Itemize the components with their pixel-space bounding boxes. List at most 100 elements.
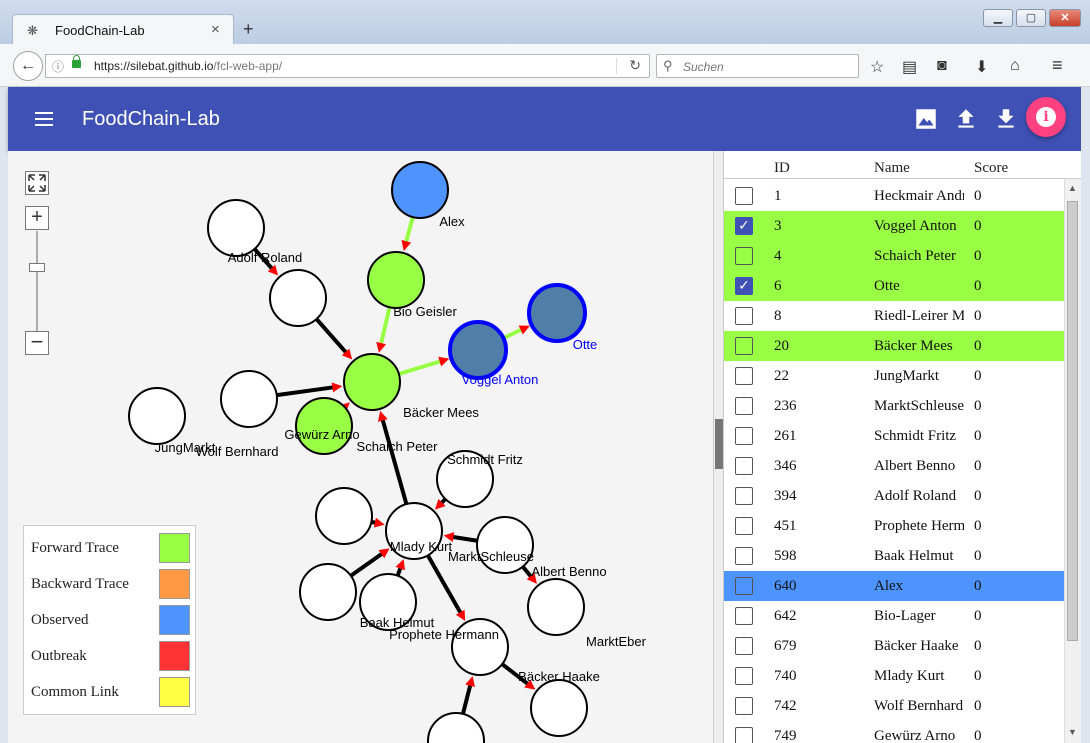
browser-search-box[interactable]: ⚲ xyxy=(656,54,859,78)
row-checkbox[interactable] xyxy=(735,667,753,685)
row-checkbox[interactable] xyxy=(735,247,753,265)
graph-node[interactable] xyxy=(476,516,534,574)
column-header-id[interactable]: ID xyxy=(774,160,790,177)
row-checkbox[interactable] xyxy=(735,727,753,743)
row-checkbox[interactable] xyxy=(735,577,753,595)
row-checkbox[interactable] xyxy=(735,337,753,355)
graph-node[interactable] xyxy=(391,161,449,219)
row-checkbox[interactable] xyxy=(735,307,753,325)
table-row[interactable]: ✓ 3 Voggel Anton 0 xyxy=(724,211,1064,241)
table-row[interactable]: 22 JungMarkt 0 xyxy=(724,361,1064,391)
zoom-slider-track[interactable] xyxy=(36,231,38,331)
graph-node[interactable] xyxy=(269,269,327,327)
table-row[interactable]: 742 Wolf Bernhard 0 xyxy=(724,691,1064,721)
table-row[interactable]: 679 Bäcker Haake 0 xyxy=(724,631,1064,661)
graph-edge[interactable] xyxy=(349,551,385,578)
graph-edge[interactable] xyxy=(460,683,473,715)
graph-node[interactable] xyxy=(295,397,353,455)
row-checkbox[interactable] xyxy=(735,697,753,715)
row-checkbox[interactable] xyxy=(735,187,753,205)
graph-node[interactable] xyxy=(207,199,265,257)
scrollbar-thumb[interactable] xyxy=(1067,201,1078,641)
graph-node[interactable] xyxy=(527,578,585,636)
graph-edge[interactable] xyxy=(276,385,335,398)
graph-edge[interactable] xyxy=(398,359,443,376)
info-icon[interactable]: ⓘ xyxy=(52,58,64,75)
table-row[interactable]: ✓ 6 Otte 0 xyxy=(724,271,1064,301)
table-scrollbar[interactable]: ▲ ▼ xyxy=(1064,179,1081,743)
table-row[interactable]: 598 Baak Helmut 0 xyxy=(724,541,1064,571)
scroll-up-icon[interactable]: ▲ xyxy=(1068,183,1077,193)
table-row[interactable]: 261 Schmidt Fritz 0 xyxy=(724,421,1064,451)
url-text[interactable]: https://silebat.github.io/fcl-web-app/ xyxy=(94,59,282,73)
table-row[interactable]: 749 Gewürz Arno 0 xyxy=(724,721,1064,743)
splitter-grip[interactable] xyxy=(715,419,723,469)
reload-icon[interactable]: ↻ xyxy=(629,57,641,74)
row-checkbox[interactable] xyxy=(735,517,753,535)
zoom-out-button[interactable]: − xyxy=(25,331,49,355)
pocket-icon[interactable]: ◙ xyxy=(937,57,947,75)
graph-node[interactable] xyxy=(128,387,186,445)
image-icon[interactable] xyxy=(913,106,939,132)
row-checkbox[interactable]: ✓ xyxy=(735,217,753,235)
hamburger-menu-icon[interactable]: ≡ xyxy=(1052,55,1063,76)
reading-list-icon[interactable]: ▤ xyxy=(902,57,917,77)
graph-node[interactable] xyxy=(530,679,588,737)
row-checkbox[interactable] xyxy=(735,457,753,475)
zoom-in-button[interactable]: + xyxy=(25,206,49,230)
scroll-down-icon[interactable]: ▼ xyxy=(1068,727,1077,737)
graph-edge[interactable] xyxy=(378,306,392,346)
column-header-name[interactable]: Name xyxy=(874,160,910,177)
table-row[interactable]: 740 Mlady Kurt 0 xyxy=(724,661,1064,691)
new-tab-icon[interactable]: + xyxy=(243,19,254,40)
table-row[interactable]: 236 MarktSchleuse 0 xyxy=(724,391,1064,421)
table-row[interactable]: 642 Bio-Lager 0 xyxy=(724,601,1064,631)
graph-node[interactable] xyxy=(315,487,373,545)
graph-edge[interactable] xyxy=(426,554,463,615)
graph-node[interactable] xyxy=(427,712,485,743)
row-checkbox[interactable] xyxy=(735,427,753,445)
tab-close-icon[interactable]: × xyxy=(211,21,220,38)
row-checkbox[interactable] xyxy=(735,487,753,505)
graph-node[interactable] xyxy=(343,353,401,411)
upload-icon[interactable] xyxy=(953,106,979,132)
browser-tab[interactable]: ❋ FoodChain-Lab × xyxy=(12,14,234,46)
table-row[interactable]: 20 Bäcker Mees 0 xyxy=(724,331,1064,361)
graph-node[interactable] xyxy=(448,320,508,380)
row-checkbox[interactable] xyxy=(735,397,753,415)
graph-edge[interactable] xyxy=(315,317,349,355)
info-button[interactable]: i xyxy=(1026,97,1066,137)
graph-panel[interactable]: Alex Adolf Roland JungMarkt Bio Geisler Vogg… xyxy=(8,151,713,743)
graph-edge[interactable] xyxy=(403,216,415,244)
graph-node[interactable] xyxy=(367,251,425,309)
search-input[interactable] xyxy=(681,57,855,77)
download-file-icon[interactable] xyxy=(993,106,1019,132)
table-row[interactable]: 451 Prophete Hermann 0 xyxy=(724,511,1064,541)
column-header-score[interactable]: Score xyxy=(974,160,1008,177)
minimize-icon[interactable]: ▁ xyxy=(983,9,1013,27)
window-close-icon[interactable]: ✕ xyxy=(1049,9,1081,27)
row-checkbox[interactable] xyxy=(735,547,753,565)
address-bar[interactable]: ⓘ https://silebat.github.io/fcl-web-app/… xyxy=(45,54,650,78)
row-checkbox[interactable] xyxy=(735,607,753,625)
download-icon[interactable]: ⬇ xyxy=(975,57,988,77)
menu-icon[interactable] xyxy=(35,112,53,126)
zoom-slider-handle[interactable] xyxy=(29,263,45,272)
back-arrow-icon[interactable]: ← xyxy=(13,51,43,81)
graph-edge[interactable] xyxy=(380,418,409,505)
row-checkbox[interactable] xyxy=(735,367,753,385)
graph-edge[interactable] xyxy=(451,534,478,543)
zoom-fit-button[interactable] xyxy=(25,171,49,195)
row-checkbox[interactable]: ✓ xyxy=(735,277,753,295)
table-row[interactable]: 1 Heckmair Andreas 0 xyxy=(724,181,1064,211)
home-icon[interactable]: ⌂ xyxy=(1010,57,1020,75)
graph-node[interactable] xyxy=(527,283,587,343)
table-row[interactable]: 394 Adolf Roland 0 xyxy=(724,481,1064,511)
panel-splitter[interactable] xyxy=(713,151,724,743)
row-checkbox[interactable] xyxy=(735,637,753,655)
graph-node[interactable] xyxy=(220,370,278,428)
maximize-icon[interactable]: ▢ xyxy=(1016,9,1046,27)
graph-edge[interactable] xyxy=(502,327,524,340)
graph-node[interactable] xyxy=(299,563,357,621)
table-row[interactable]: 346 Albert Benno 0 xyxy=(724,451,1064,481)
